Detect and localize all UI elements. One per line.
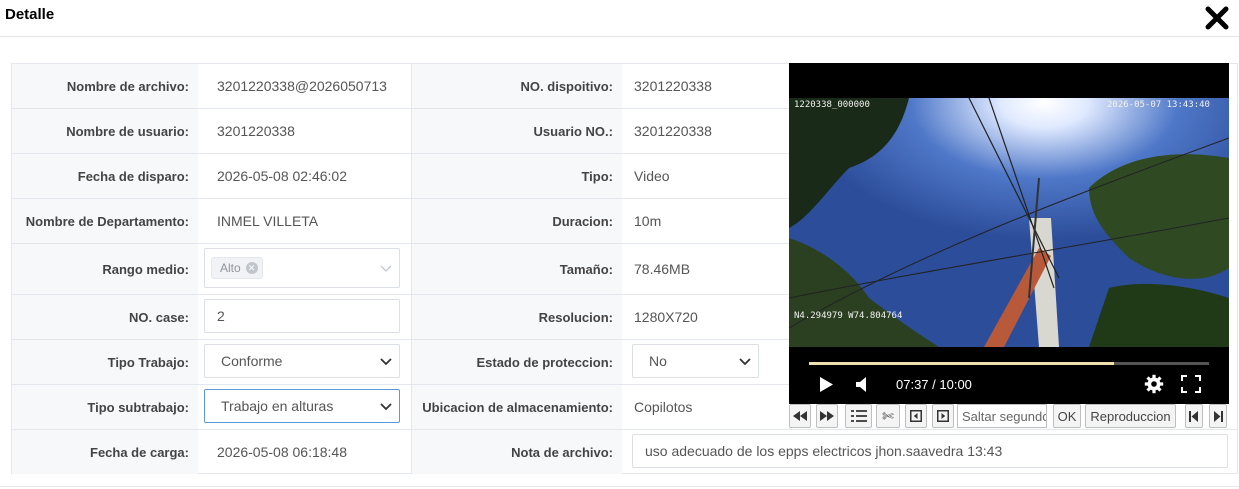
close-icon[interactable]: [1204, 5, 1230, 31]
fast-forward-icon: [820, 411, 834, 421]
footer-divider: [0, 486, 1239, 487]
label-resolution: Resolucion:: [412, 295, 622, 339]
next-frame-icon: [937, 410, 949, 422]
value-upload-date: 2026-05-08 06:18:48: [217, 444, 347, 460]
value-file-name: 3201220338@2026050713: [217, 78, 387, 94]
chevron-down-icon: [380, 358, 392, 366]
range-tag-label: Alto: [220, 261, 241, 275]
play-icon[interactable]: [818, 376, 834, 393]
label-trigger-date: Fecha de disparo:: [12, 154, 198, 198]
value-device-no: 3201220338: [634, 78, 712, 94]
file-note-input[interactable]: uso adecuado de los epps electricos jhon…: [632, 434, 1228, 468]
cut-button[interactable]: ✄: [876, 404, 900, 428]
protection-state-value: No: [649, 353, 667, 369]
label-type: Tipo:: [412, 154, 622, 198]
settings-gear-icon[interactable]: [1144, 374, 1164, 394]
value-storage-location: Copilotos: [634, 399, 693, 415]
label-file-note: Nota de archivo:: [412, 430, 622, 474]
value-department: INMEL VILLETA: [217, 213, 319, 229]
label-user-no: Usuario NO.:: [412, 109, 622, 153]
seek-seconds-input[interactable]: Saltar segundos: [957, 404, 1047, 428]
prev-frame-button[interactable]: [905, 404, 927, 428]
value-user-name: 3201220338: [217, 123, 295, 139]
value-user-no: 3201220338: [634, 123, 712, 139]
label-duration: Duracion:: [412, 199, 622, 243]
dialog-title: Detalle: [5, 6, 55, 23]
label-storage-location: Ubicacion de almacenamiento:: [412, 385, 622, 429]
chevron-down-icon: [739, 358, 751, 366]
skip-end-icon: [1214, 410, 1223, 422]
work-type-select[interactable]: Conforme: [204, 344, 400, 378]
skip-start-button[interactable]: [1185, 404, 1203, 428]
label-device-no: NO. dispoitivo:: [412, 64, 622, 108]
fullscreen-icon[interactable]: [1181, 375, 1201, 393]
list-icon: [850, 410, 867, 422]
list-button[interactable]: [845, 404, 872, 428]
value-type: Video: [634, 168, 670, 184]
case-no-input[interactable]: 2: [204, 299, 400, 333]
label-protection-state: Estado de proteccion:: [412, 340, 622, 384]
label-size: Tamaño:: [412, 244, 622, 294]
value-duration: 10m: [634, 213, 662, 229]
progress-bar[interactable]: [809, 362, 1209, 365]
label-user-name: Nombre de usuario:: [12, 109, 198, 153]
chevron-down-icon: [380, 265, 392, 272]
volume-icon[interactable]: [855, 376, 871, 393]
label-subwork-type: Tipo subtrabajo:: [12, 385, 198, 429]
range-tag: Alto ✕: [211, 257, 263, 279]
ok-button[interactable]: OK: [1053, 404, 1081, 428]
chevron-down-icon: [380, 403, 392, 411]
work-type-value: Conforme: [221, 353, 283, 369]
label-department: Nombre de Departamento:: [12, 199, 198, 243]
label-medium-range: Rango medio:: [12, 244, 198, 294]
subwork-type-select[interactable]: Trabajo en alturas: [204, 389, 400, 423]
playback-button[interactable]: Reproduccion: [1085, 404, 1176, 428]
skip-end-button[interactable]: [1209, 404, 1227, 428]
progress-fill: [809, 362, 1114, 365]
tag-remove-icon[interactable]: ✕: [245, 262, 258, 274]
fast-forward-button[interactable]: [816, 404, 838, 428]
osd-timestamp: 2026-05-07 13:43:40: [1107, 100, 1210, 110]
label-case-no: NO. case:: [12, 295, 198, 339]
label-upload-date: Fecha de carga:: [12, 430, 198, 474]
medium-range-select[interactable]: Alto ✕: [204, 248, 400, 288]
video-player[interactable]: 1220338_000000 2026-05-07 13:43:40 N4.29…: [789, 63, 1229, 405]
player-toolbar: ✄ Saltar segundos OK Reproduccion: [789, 404, 1229, 428]
label-file-name: Nombre de archivo:: [12, 64, 198, 108]
next-frame-button[interactable]: [932, 404, 954, 428]
rewind-button[interactable]: [789, 404, 811, 428]
value-trigger-date: 2026-05-08 02:46:02: [217, 168, 347, 184]
playback-time: 07:37 / 10:00: [896, 377, 972, 392]
video-frame: [789, 98, 1229, 347]
skip-start-icon: [1189, 410, 1198, 422]
dialog-header: Detalle: [0, 0, 1239, 37]
rewind-icon: [793, 411, 807, 421]
label-work-type: Tipo Trabajo:: [12, 340, 198, 384]
scissors-icon: ✄: [882, 407, 894, 424]
subwork-type-value: Trabajo en alturas: [221, 398, 334, 414]
protection-state-select[interactable]: No: [632, 344, 759, 378]
prev-frame-icon: [910, 410, 922, 422]
value-resolution: 1280X720: [634, 309, 698, 325]
value-size: 78.46MB: [634, 261, 691, 277]
osd-gps: N4.294979 W74.804764: [794, 311, 903, 321]
osd-file-id: 1220338_000000: [794, 100, 870, 110]
